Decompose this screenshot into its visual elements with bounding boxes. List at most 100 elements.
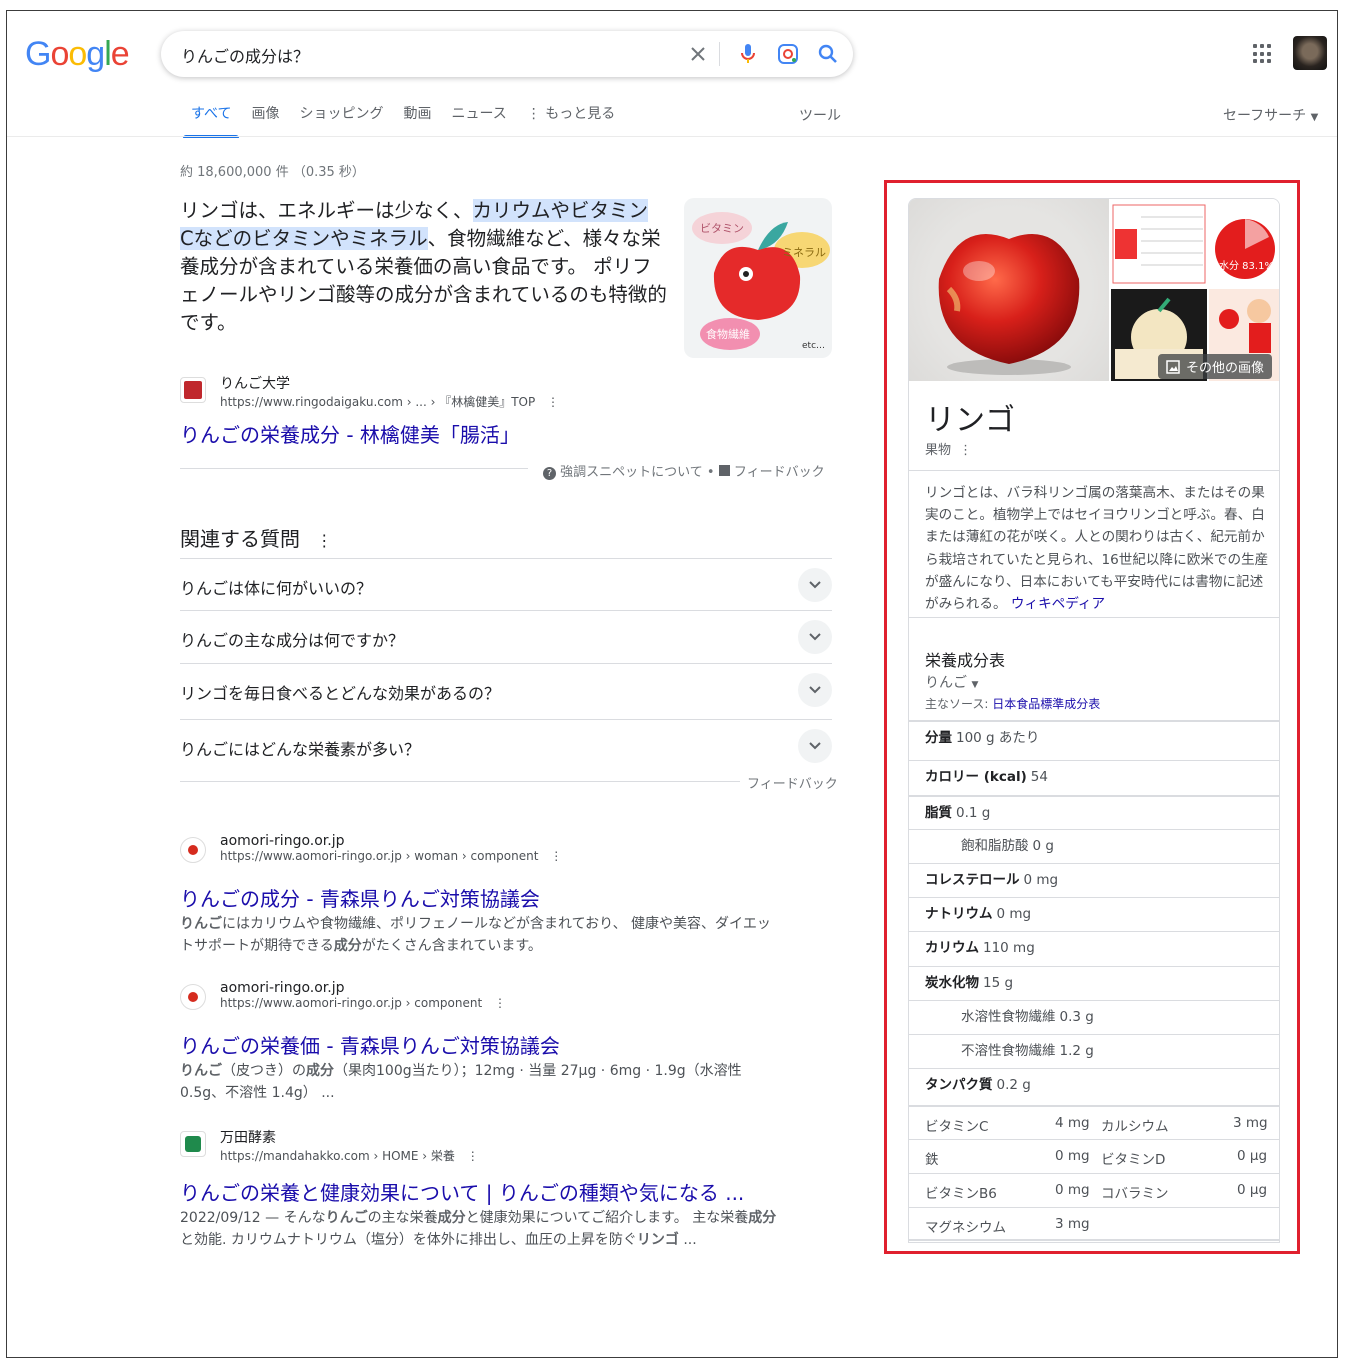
more-vert-icon: ⋮ xyxy=(526,106,546,122)
tools-button[interactable]: ツール xyxy=(799,105,841,125)
clear-icon[interactable] xyxy=(685,41,711,67)
microphone-icon[interactable] xyxy=(735,41,761,67)
nutrition-label: コレステロール xyxy=(925,872,1020,888)
nutrition-item-select[interactable]: りんご ▼ xyxy=(925,672,978,692)
search-icon[interactable] xyxy=(815,41,841,67)
kp-thumb-chart[interactable]: 水分 83.1% xyxy=(1209,199,1279,287)
chevron-down-icon[interactable] xyxy=(798,673,832,707)
result-stats: 約 18,600,000 件 （0.35 秒） xyxy=(180,165,365,180)
more-vert-icon[interactable]: ⋮ xyxy=(959,443,972,458)
more-vert-icon[interactable]: ⋮ xyxy=(467,1149,479,1163)
nutrition-title: 栄養成分表 xyxy=(925,651,1006,670)
kp-thumb-table[interactable] xyxy=(1111,199,1207,287)
chevron-down-icon[interactable] xyxy=(798,568,832,602)
result-title-link[interactable]: りんごの栄養と健康効果について | りんごの種類や気になる ... xyxy=(180,1177,744,1206)
wikipedia-link[interactable]: ウィキペディア xyxy=(1011,596,1105,612)
paa-question[interactable]: りんごにはどんな栄養素が多い？ xyxy=(180,719,832,773)
nutrition-label: 脂質 xyxy=(925,805,952,821)
snippet-text: （皮つき）の xyxy=(222,1063,306,1079)
image-label-vitamin: ビタミン xyxy=(700,222,744,235)
result-url: https://mandahakko.com › HOME › 栄養 ⋮ xyxy=(220,1147,479,1164)
nutrition-value: 0.3 g xyxy=(1059,1009,1094,1025)
snippet-highlight: カリウムやビタミン xyxy=(472,199,649,222)
header-divider xyxy=(7,136,1337,137)
dropdown-arrow-icon: ▼ xyxy=(1310,112,1319,123)
result-snippet: 2022/09/12 — そんなりんごの主な栄養成分と健康効果についてご紹介しま… xyxy=(180,1207,790,1251)
source-prefix: 主なソース: xyxy=(925,697,989,711)
tab-videos[interactable]: 動画 xyxy=(393,105,441,137)
nutrition-row: タンパク質 0.2 g xyxy=(909,1068,1279,1102)
featured-snippet-text: リンゴは、エネルギーは少なく、カリウムやビタミン Cなどのビタミンやミネラル、食物… xyxy=(180,197,670,337)
snippet-bold: リンゴ xyxy=(636,1232,679,1248)
paa-question[interactable]: りんごは体に何がいいの？ xyxy=(180,558,832,610)
snippet-bold: 成分 xyxy=(333,938,362,954)
nutrition-row: カロリー (kcal) 54 xyxy=(909,760,1279,794)
apps-grid-icon[interactable] xyxy=(1253,44,1273,64)
nutrition-source-link[interactable]: 日本食品標準成分表 xyxy=(992,697,1100,711)
snippet-image[interactable]: ビタミン ミネラル 食物繊維 etc… xyxy=(684,198,832,358)
nutrition-label: 水溶性食物繊維 xyxy=(961,1009,1056,1025)
feedback-icon xyxy=(718,465,730,476)
more-vert-icon[interactable]: ⋮ xyxy=(547,395,559,409)
feedback-link[interactable]: フィードバック xyxy=(734,465,825,480)
avatar[interactable] xyxy=(1293,36,1327,70)
snippet-text: がたくさん含まれています。 xyxy=(361,938,542,954)
result-url-text: https://mandahakko.com › HOME › 栄養 xyxy=(220,1149,455,1163)
chevron-down-icon[interactable] xyxy=(798,729,832,763)
kp-divider xyxy=(909,617,1279,618)
tab-all[interactable]: すべて xyxy=(181,105,241,138)
paa-title: 関連する質問 ⋮ xyxy=(180,523,332,552)
lens-icon[interactable] xyxy=(775,41,801,67)
paa-question[interactable]: リンゴを毎日食べるとどんな効果があるの？ xyxy=(180,663,832,719)
result-url: https://www.aomori-ringo.or.jp › woman ›… xyxy=(220,849,562,863)
snippet-about: ? 強調スニペットについて • フィードバック xyxy=(543,461,825,480)
source-url: https://www.ringodaigaku.com › ... › 『林檎… xyxy=(220,393,559,410)
vitamin-label: 鉄 xyxy=(925,1152,939,1168)
tab-shopping[interactable]: ショッピング xyxy=(289,105,393,137)
result-site-name: aomori-ringo.or.jp xyxy=(220,980,345,996)
image-icon xyxy=(1166,359,1180,374)
nutrition-value: 0 mg xyxy=(1023,872,1059,888)
more-vert-icon[interactable]: ⋮ xyxy=(316,531,332,550)
search-input[interactable]: りんごの成分は？ xyxy=(181,43,309,67)
kp-image-gallery[interactable]: 水分 83.1% その他の画像 xyxy=(909,199,1279,381)
chevron-down-icon[interactable] xyxy=(798,620,832,654)
tab-more-label: もっと見る xyxy=(545,106,616,122)
kp-main-image[interactable] xyxy=(909,199,1109,381)
paa-feedback-link[interactable]: フィードバック xyxy=(747,773,838,792)
result-site-name: 万田酵素 xyxy=(220,1130,276,1146)
google-logo[interactable]: Google xyxy=(25,35,130,74)
tab-images[interactable]: 画像 xyxy=(241,105,289,137)
paa-question[interactable]: りんごの主な成分は何ですか？ xyxy=(180,610,832,662)
about-snippet-link[interactable]: 強調スニペットについて xyxy=(560,465,703,480)
nutrition-value: 110 mg xyxy=(983,940,1035,956)
aomori-favicon xyxy=(180,837,206,863)
more-vert-icon[interactable]: ⋮ xyxy=(494,996,506,1010)
result-title-link[interactable]: りんごの成分 - 青森県りんご対策協議会 xyxy=(180,883,540,912)
search-box[interactable]: りんごの成分は？ xyxy=(161,31,853,77)
more-vert-icon[interactable]: ⋮ xyxy=(550,849,562,863)
tab-more[interactable]: ⋮ もっと見る xyxy=(517,105,625,137)
nutrition-row: コレステロール 0 mg xyxy=(909,863,1279,897)
chart-thumb-label: 水分 83.1% xyxy=(1219,260,1274,272)
tab-news[interactable]: ニュース xyxy=(441,105,516,137)
snippet-text: の主な栄養 xyxy=(367,1210,438,1226)
vitamin-row: ビタミンB6 0 mg コバラミン 0 μg xyxy=(909,1173,1279,1207)
result-title-link[interactable]: りんごの栄養価 - 青森県りんご対策協議会 xyxy=(180,1030,560,1059)
ringodaigaku-favicon xyxy=(180,377,206,403)
result-site-name: aomori-ringo.or.jp xyxy=(220,833,345,849)
kp-description: リンゴとは、バラ科リンゴ属の落葉高木、またはその果実のこと。植物学上ではセイヨウ… xyxy=(925,482,1270,615)
snippet-text: と効能. カリウムナトリウム（塩分）を体外に排出し、血圧の上昇を防ぐ xyxy=(180,1232,637,1248)
vitamin-value: 0 mg xyxy=(1055,1182,1090,1198)
nutrition-label: カリウム xyxy=(925,940,979,956)
nutrition-label: カロリー (kcal) xyxy=(925,769,1027,785)
result-url-text: https://www.aomori-ringo.or.jp › compone… xyxy=(220,996,483,1010)
dot-separator: • xyxy=(706,465,719,480)
safesearch-label: セーフサーチ xyxy=(1223,108,1307,124)
safesearch-button[interactable]: セーフサーチ ▼ xyxy=(1223,105,1318,125)
more-images-button[interactable]: その他の画像 xyxy=(1158,354,1273,379)
source-title-link[interactable]: りんごの栄養成分 - 林檎健美「腸活」 xyxy=(180,419,520,448)
knowledge-panel: 水分 83.1% その他の画像 リンゴ 果物 ⋮ リンゴとは、バラ科リンゴ属の落… xyxy=(908,198,1280,1243)
paa-question-text: リンゴを毎日食べるとどんな効果があるの？ xyxy=(180,684,501,703)
help-icon[interactable]: ? xyxy=(543,467,556,480)
